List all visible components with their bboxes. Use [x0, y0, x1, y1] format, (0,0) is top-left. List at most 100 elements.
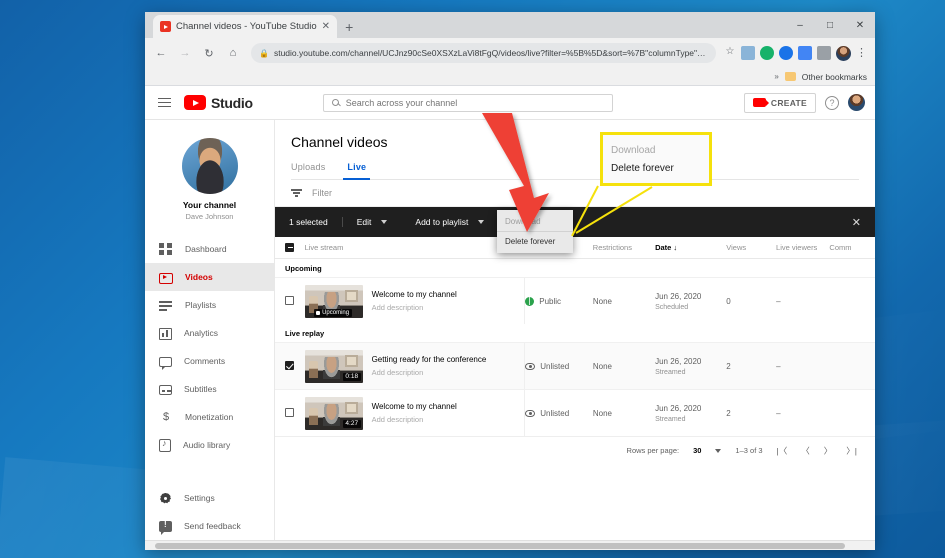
last-page-button[interactable]: 〉|: [846, 445, 857, 457]
sidebar-item-label: Audio library: [183, 440, 231, 450]
row-checkbox-cell: [285, 357, 305, 375]
extension-icon-5[interactable]: [817, 46, 831, 60]
sidebar-item-label: Dashboard: [185, 244, 227, 254]
table-row[interactable]: 0:18 Getting ready for the conference Ad…: [275, 342, 875, 389]
hamburger-menu-icon[interactable]: [155, 95, 174, 111]
tab-live[interactable]: Live: [343, 162, 371, 180]
live-viewers-cell: –: [776, 361, 781, 371]
sidebar-item-label: Subtitles: [184, 384, 217, 394]
sidebar-item-comments[interactable]: Comments: [145, 347, 274, 375]
column-header-date[interactable]: Date ↓: [655, 243, 726, 252]
upcoming-badge: Upcoming: [313, 308, 352, 317]
row-checkbox[interactable]: [285, 296, 294, 305]
video-thumbnail[interactable]: 4:27: [304, 396, 363, 430]
sidebar-item-monetization[interactable]: $ Monetization: [145, 403, 274, 431]
close-icon[interactable]: ✕: [852, 216, 861, 229]
video-description[interactable]: Add description: [372, 415, 457, 424]
column-header-views[interactable]: Views: [726, 243, 776, 252]
content-tabs: Uploads Live: [291, 162, 859, 180]
live-viewers-cell: –: [776, 408, 781, 418]
close-icon[interactable]: ✕: [322, 21, 330, 32]
main-content: Channel videos Uploads Live Filter 1 sel…: [275, 120, 875, 550]
address-bar[interactable]: 🔒 studio.youtube.com/channel/UCJnz90cSe0…: [251, 43, 716, 63]
horizontal-scrollbar[interactable]: [145, 540, 875, 550]
row-checkbox-cell: [285, 292, 305, 310]
other-bookmarks-label[interactable]: Other bookmarks: [802, 72, 867, 82]
thumbnail-person: [322, 356, 340, 379]
video-description[interactable]: Add description: [372, 303, 457, 312]
badge-label: Upcoming: [322, 309, 350, 316]
search-input[interactable]: [345, 97, 604, 108]
avatar[interactable]: [848, 94, 865, 111]
home-icon[interactable]: ⌂: [223, 43, 243, 63]
table-row[interactable]: Upcoming Welcome to my channel Add descr…: [275, 277, 875, 324]
select-all-checkbox[interactable]: [285, 242, 294, 252]
video-thumbnail[interactable]: 0:18: [304, 349, 363, 383]
date-value: Jun 26, 2020: [655, 291, 702, 301]
views-cell: 0: [726, 296, 731, 306]
column-header-restrictions[interactable]: Restrictions: [593, 243, 655, 252]
sidebar-item-send-feedback[interactable]: Send feedback: [145, 512, 274, 540]
minimize-icon[interactable]: –: [785, 12, 815, 38]
help-icon[interactable]: ?: [825, 95, 839, 110]
edit-label: Edit: [356, 217, 372, 227]
video-title[interactable]: Welcome to my channel: [372, 290, 457, 299]
video-thumbnail[interactable]: Upcoming: [304, 284, 363, 318]
close-icon[interactable]: ✕: [845, 12, 875, 38]
video-title[interactable]: Getting ready for the conference: [372, 355, 487, 364]
extension-icon-4[interactable]: [798, 46, 812, 60]
filter-bar[interactable]: Filter: [275, 180, 875, 207]
maximize-icon[interactable]: □: [815, 12, 845, 38]
chevron-down-icon[interactable]: [715, 448, 722, 453]
youtube-studio-logo[interactable]: Studio: [184, 95, 253, 111]
scrollbar-thumb[interactable]: [155, 543, 845, 549]
extension-icon-3[interactable]: [779, 46, 793, 60]
video-info-cell: Upcoming Welcome to my channel Add descr…: [304, 278, 526, 324]
create-button[interactable]: CREATE: [743, 92, 816, 113]
lock-icon: 🔒: [259, 48, 269, 58]
video-title[interactable]: Welcome to my channel: [372, 402, 457, 411]
edit-button[interactable]: Edit: [343, 207, 402, 237]
extension-icon-1[interactable]: [741, 46, 755, 60]
column-header-live-stream[interactable]: Live stream: [305, 243, 526, 252]
sidebar-item-dashboard[interactable]: Dashboard: [145, 235, 274, 263]
sidebar-item-videos[interactable]: Videos: [145, 263, 274, 291]
row-checkbox[interactable]: [285, 361, 294, 370]
chevron-down-icon: [478, 220, 485, 224]
chrome-menu-icon[interactable]: ⋮: [856, 47, 867, 59]
first-page-button[interactable]: |〈: [777, 445, 788, 457]
menu-item-delete-forever[interactable]: Delete forever: [497, 231, 573, 251]
studio-search-box[interactable]: [322, 93, 613, 112]
bookmarks-overflow-icon[interactable]: »: [774, 72, 778, 81]
bookmark-star-icon[interactable]: ☆: [724, 46, 736, 60]
new-tab-button[interactable]: +: [345, 20, 353, 34]
sidebar-item-subtitles[interactable]: Subtitles: [145, 375, 274, 403]
column-header-live-viewers[interactable]: Live viewers: [776, 243, 829, 252]
live-dot-icon: [316, 310, 321, 315]
playlist-icon: [159, 298, 173, 312]
row-checkbox[interactable]: [285, 408, 294, 417]
sidebar-item-analytics[interactable]: Analytics: [145, 319, 274, 347]
sidebar-item-settings[interactable]: Settings: [145, 484, 274, 512]
reload-icon[interactable]: ↻: [199, 43, 219, 63]
rows-per-page-value[interactable]: 30: [693, 446, 701, 455]
video-description[interactable]: Add description: [372, 368, 487, 377]
sidebar-item-audio-library[interactable]: Audio library: [145, 431, 274, 459]
add-to-playlist-button[interactable]: Add to playlist: [401, 207, 498, 237]
tab-uploads[interactable]: Uploads: [291, 162, 325, 179]
zoom-callout-box: Download Delete forever: [600, 132, 712, 186]
channel-avatar: [181, 138, 238, 194]
prev-page-button[interactable]: 〈: [801, 445, 810, 457]
profile-avatar[interactable]: [836, 45, 851, 61]
extension-icon-2[interactable]: [760, 46, 774, 60]
add-to-playlist-label: Add to playlist: [415, 217, 469, 227]
forward-icon[interactable]: →: [175, 43, 195, 63]
next-page-button[interactable]: 〉: [824, 445, 833, 457]
row-checkbox-cell: [285, 404, 305, 422]
column-header-comments[interactable]: Comm: [829, 243, 865, 252]
back-icon[interactable]: ←: [151, 43, 171, 63]
table-row[interactable]: 4:27 Welcome to my channel Add descripti…: [275, 389, 875, 436]
sidebar-item-playlists[interactable]: Playlists: [145, 291, 274, 319]
studio-body: Your channel Dave Johnson Dashboard Vide…: [145, 120, 875, 550]
browser-tab[interactable]: Channel videos - YouTube Studio ✕: [153, 15, 338, 38]
